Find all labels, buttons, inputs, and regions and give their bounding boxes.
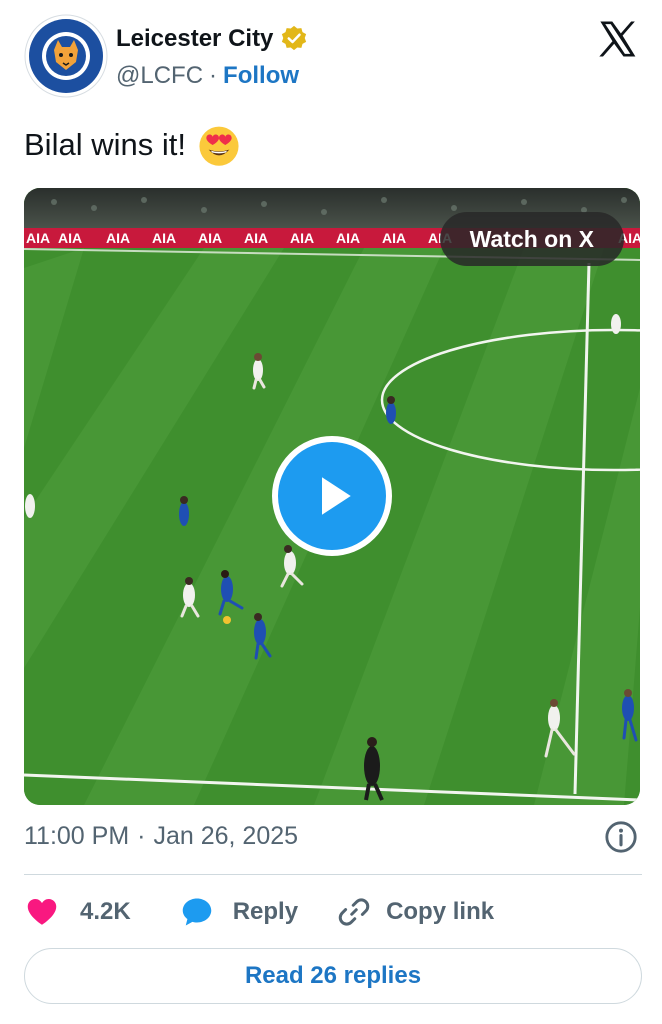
like-count: 4.2K [80, 898, 131, 925]
leicester-city-crest-icon[interactable] [24, 14, 108, 98]
info-icon[interactable] [604, 820, 638, 854]
tweet-text: Bilal wins it! [24, 122, 242, 168]
divider [24, 874, 642, 875]
tweet-actions: 4.2K Reply Copy link [24, 892, 494, 932]
x-logo-icon[interactable] [596, 18, 638, 60]
reply-button[interactable]: Reply [179, 894, 298, 930]
like-button[interactable]: 4.2K [24, 894, 131, 930]
author-handle[interactable]: @LCFC [116, 62, 203, 90]
heart-eyes-emoji-icon [199, 126, 239, 166]
board-text: AIA [106, 230, 130, 246]
follow-button[interactable]: Follow [223, 62, 299, 90]
board-text: AIA [336, 230, 360, 246]
timestamp-separator: · [137, 822, 146, 850]
speech-bubble-icon [182, 898, 211, 926]
author-name-row: Leicester City [116, 24, 309, 54]
board-text: AIA [58, 230, 82, 246]
reply-label: Reply [232, 898, 299, 925]
tweet-header: Leicester City @LCFC · Follow [24, 14, 644, 104]
board-text: AIA [382, 230, 406, 246]
verified-gold-badge-icon [282, 25, 307, 51]
handle-separator: · [209, 62, 218, 89]
board-text: AIA [244, 230, 268, 246]
tweet-time: 11:00 PM [24, 822, 130, 850]
board-text: AIA [26, 230, 50, 246]
copy-link-label: Copy link [386, 898, 495, 925]
tweet-date: Jan 26, 2025 [153, 822, 299, 850]
board-text: AIA [290, 230, 314, 246]
heart-icon [27, 898, 57, 925]
video-media[interactable]: AIA AIA AIA AIA AIA AIA AIA AIA AIA AIA … [24, 188, 640, 805]
tweet-text-content: Bilal wins it! [24, 127, 186, 162]
author-handle-row: @LCFC · Follow [116, 62, 299, 90]
read-replies-button[interactable]: Read 26 replies [24, 948, 642, 1004]
author-name[interactable]: Leicester City [116, 25, 273, 53]
board-text: AIA [152, 230, 176, 246]
play-icon [322, 477, 351, 515]
board-text: AIA [198, 230, 222, 246]
tweet-timestamp[interactable]: 11:00 PM · Jan 26, 2025 [24, 822, 298, 851]
watch-on-x-button[interactable]: Watch on X [439, 212, 624, 266]
play-button[interactable] [272, 436, 392, 556]
link-icon [338, 898, 370, 926]
copy-link-button[interactable]: Copy link [336, 894, 494, 930]
